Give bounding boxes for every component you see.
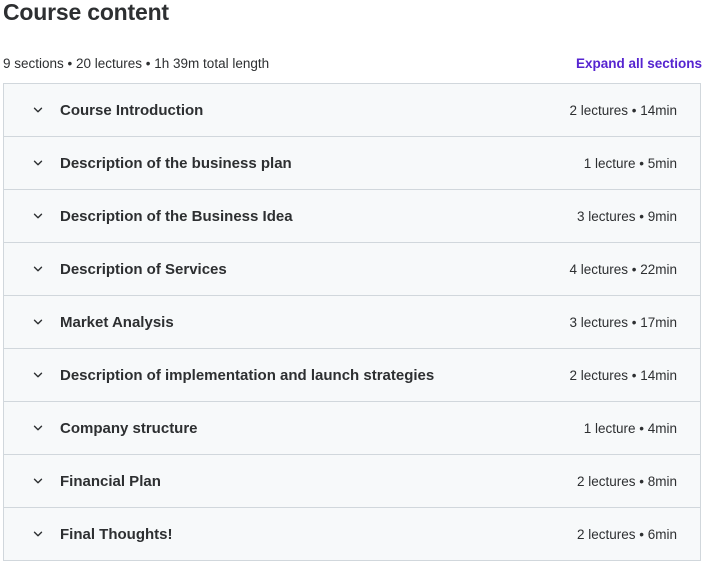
expand-all-sections-button[interactable]: Expand all sections [576, 56, 702, 71]
section-title: Description of the business plan [60, 154, 292, 172]
section-row[interactable]: Company structure 1 lecture • 4min [4, 402, 700, 455]
section-title: Financial Plan [60, 472, 161, 490]
section-row[interactable]: Course Introduction 2 lectures • 14min [4, 84, 700, 137]
page-title: Course content [3, 0, 169, 25]
section-row[interactable]: Market Analysis 3 lectures • 17min [4, 296, 700, 349]
section-row[interactable]: Description of the business plan 1 lectu… [4, 137, 700, 190]
section-row[interactable]: Description of the Business Idea 3 lectu… [4, 190, 700, 243]
section-meta: 1 lecture • 4min [583, 420, 677, 436]
course-summary-row: 9 sections • 20 lectures • 1h 39m total … [3, 53, 702, 73]
section-row[interactable]: Description of implementation and launch… [4, 349, 700, 402]
section-meta: 2 lectures • 14min [569, 367, 677, 383]
section-row[interactable]: Description of Services 4 lectures • 22m… [4, 243, 700, 296]
chevron-down-icon [32, 104, 44, 116]
section-meta: 4 lectures • 22min [569, 261, 677, 277]
chevron-down-icon [32, 475, 44, 487]
chevron-down-icon [32, 157, 44, 169]
chevron-down-icon [32, 369, 44, 381]
chevron-down-icon [32, 210, 44, 222]
section-meta: 1 lecture • 5min [583, 155, 677, 171]
chevron-down-icon [32, 422, 44, 434]
section-meta: 3 lectures • 17min [569, 314, 677, 330]
course-summary: 9 sections • 20 lectures • 1h 39m total … [3, 55, 270, 71]
section-title: Market Analysis [60, 313, 174, 331]
section-meta: 3 lectures • 9min [576, 208, 677, 224]
section-title: Course Introduction [60, 101, 204, 119]
section-title: Description of implementation and launch… [60, 366, 435, 384]
chevron-down-icon [32, 263, 44, 275]
section-title: Description of the Business Idea [60, 207, 293, 225]
section-row[interactable]: Financial Plan 2 lectures • 8min [4, 455, 700, 508]
section-meta: 2 lectures • 8min [576, 473, 677, 489]
section-title: Description of Services [60, 260, 227, 278]
chevron-down-icon [32, 528, 44, 540]
sections-list: Course Introduction 2 lectures • 14min D… [3, 83, 701, 561]
section-meta: 2 lectures • 14min [569, 102, 677, 118]
section-title: Final Thoughts! [60, 525, 173, 543]
section-meta: 2 lectures • 6min [576, 526, 677, 542]
chevron-down-icon [32, 316, 44, 328]
section-row[interactable]: Final Thoughts! 2 lectures • 6min [4, 508, 700, 561]
section-title: Company structure [60, 419, 198, 437]
